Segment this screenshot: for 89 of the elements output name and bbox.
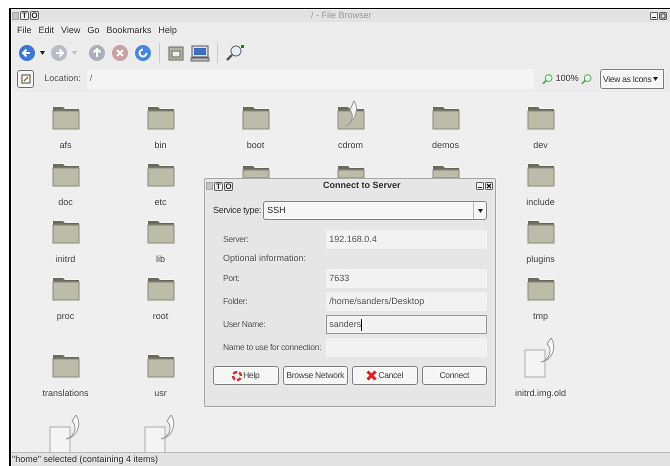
zoom-out-icon[interactable] [542,73,554,85]
folder-icon [52,106,80,130]
dialog-title: Connect to Server [323,179,401,192]
folder-icon [526,106,554,130]
menu-item[interactable]: View [61,24,80,38]
cancel-button[interactable]: Cancel [352,366,418,385]
file-name: boot [246,139,264,152]
field-label: Port: [223,272,240,285]
window-title: / - File Browser [311,8,372,22]
field-label: Server: [223,233,250,246]
zoom-in-icon[interactable] [580,73,592,85]
window-button[interactable]: O [30,11,39,20]
file-name: translations [42,387,89,400]
folder-icon [52,220,80,244]
folder-icon [146,277,174,301]
field-label: User Name: [223,318,266,331]
menu-item[interactable]: Bookmarks [106,24,152,38]
caret-icon[interactable] [40,51,45,55]
edit-location-button[interactable] [17,70,34,88]
folder-icon [336,165,364,178]
service-type-dropdown[interactable]: SSH [263,201,487,220]
folder-icon [52,163,80,187]
window-button[interactable]: O [224,182,233,190]
location-label: Location: [44,72,81,86]
folder-icon [52,354,80,378]
view-mode-dropdown[interactable]: View as Icons [600,69,664,89]
menu-item[interactable]: File [17,24,32,38]
menu-item[interactable]: Go [87,24,100,38]
input-field[interactable]: 7633 [326,269,487,288]
folder-icon [146,220,174,244]
maximize-icon[interactable] [659,12,667,20]
search-icon[interactable] [225,44,245,62]
file-name: initrd [56,253,76,266]
file-name: afs [59,139,72,152]
folder-icon [146,106,174,130]
file-name: root [152,310,168,323]
folder-icon[interactable] [167,44,185,62]
minimize-icon[interactable] [650,12,658,20]
file-name: lib [156,253,165,266]
folder-link-icon [336,100,364,130]
service-type-label: Service type: [213,204,262,217]
menu-item[interactable]: Edit [38,24,54,38]
close-icon[interactable] [485,182,493,190]
field-label: Folder: [223,295,248,308]
status-text: "home" selected (containing 4 items) [12,452,158,466]
file-name: plugins [526,253,555,266]
file-name: tmp [532,310,548,323]
dialog-button[interactable]: Connect [422,366,487,385]
input-field[interactable]: sanders [326,315,487,334]
section-heading: Optional information: [223,252,306,266]
folder-icon [146,354,174,378]
caret-icon [653,77,658,81]
file-name: demos [432,139,459,152]
file-name: include [526,196,555,209]
folder-icon [242,165,270,178]
folder-icon [432,106,460,130]
zoom-level: 100% [556,72,579,86]
file-name: usr [154,387,167,400]
lifebuoy-icon [232,370,242,380]
file-name: bin [154,139,166,152]
file-name: initrd.img.old [514,387,566,400]
dialog-button[interactable]: Browse Network [282,366,348,385]
minimize-icon[interactable] [476,182,484,190]
window-button[interactable]: T [20,11,29,20]
file-name: doc [58,196,73,209]
help-button[interactable]: Help [213,366,278,385]
folder-icon [526,220,554,244]
cancel-icon [366,370,378,381]
folder-icon [432,165,460,178]
file-name: cdrom [338,139,363,152]
file-name: dev [533,139,548,152]
edit-icon [20,74,31,84]
input-field[interactable]: /home/sanders/Desktop [326,292,487,311]
folder-icon [526,277,554,301]
caret-icon [478,208,483,212]
input-field[interactable]: 192.168.0.4 [326,230,487,249]
stop-icon[interactable] [111,44,129,62]
field-label: Name to use for connection: [223,341,322,354]
folder-icon [526,163,554,187]
reload-icon[interactable] [134,44,152,62]
window-button[interactable]: T [214,182,223,190]
file-name: etc [154,196,166,209]
folder-icon [52,277,80,301]
file-name: proc [56,310,74,323]
computer-icon[interactable] [190,44,210,62]
location-field[interactable]: / [86,69,534,89]
menu-item[interactable]: Help [158,24,177,38]
folder-icon [242,106,270,130]
folder-icon [146,163,174,187]
